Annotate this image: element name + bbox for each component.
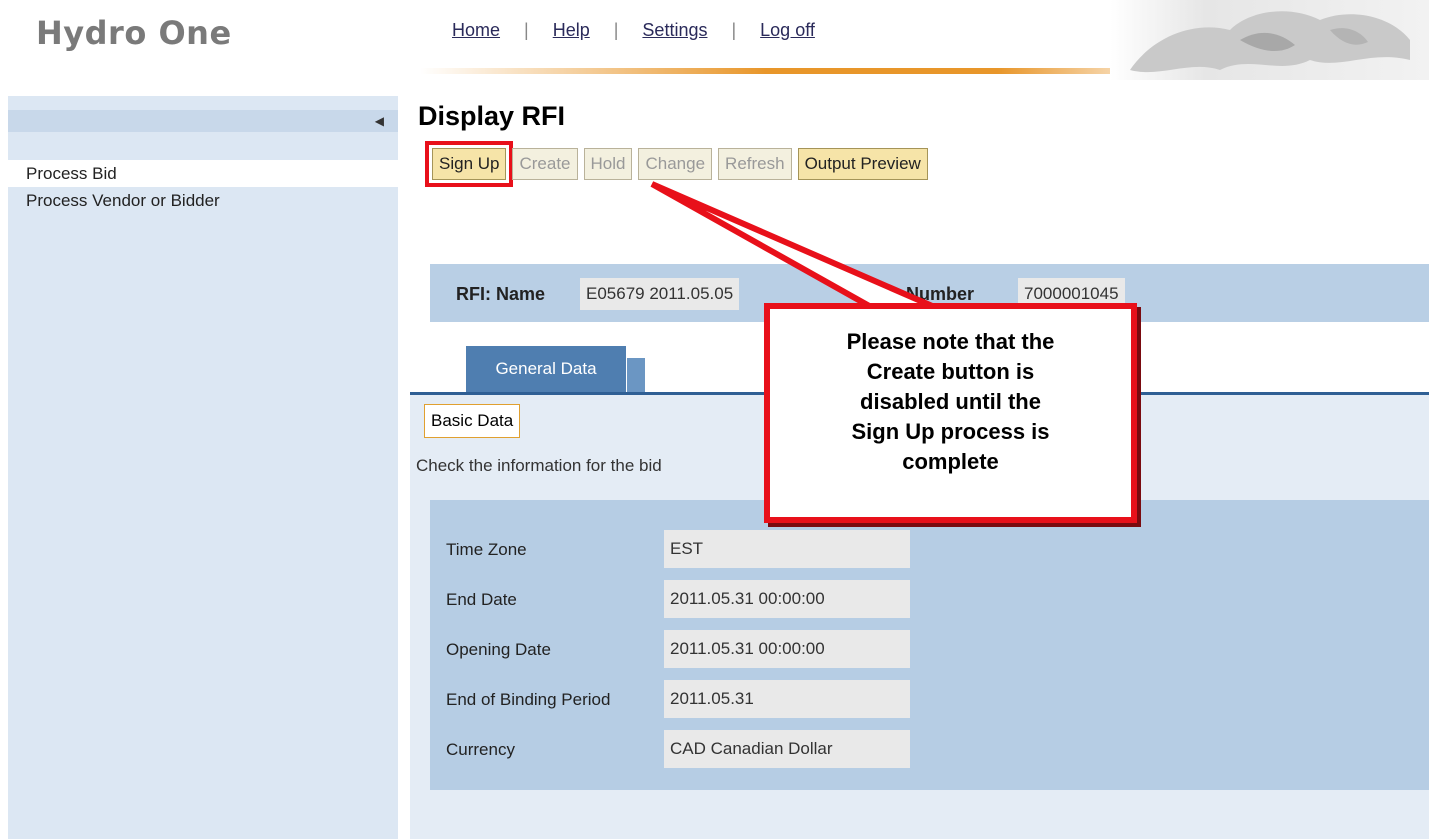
nav-settings-link[interactable]: Settings <box>642 20 707 40</box>
nav-help-link[interactable]: Help <box>553 20 590 40</box>
header-divider <box>420 68 1190 74</box>
field-value: 2011.05.31 <box>664 680 910 718</box>
sidebar-header: ◀ <box>8 110 398 132</box>
field-label: Opening Date <box>446 640 551 659</box>
logo: Hydro One <box>36 14 232 52</box>
field-label: End of Binding Period <box>446 690 611 709</box>
sidebar-nav: Process Bid Process Vendor or Bidder <box>8 140 398 839</box>
nav-logoff-link[interactable]: Log off <box>760 20 815 40</box>
field-label: Currency <box>446 740 515 759</box>
field-value: CAD Canadian Dollar <box>664 730 910 768</box>
subtab-basic-data[interactable]: Basic Data <box>424 404 521 438</box>
tab-general-data[interactable]: General Data <box>466 346 626 392</box>
callout-line: complete <box>902 449 999 474</box>
page-title: Display RFI <box>418 101 566 131</box>
sidebar-item-process-vendor[interactable]: Process Vendor or Bidder <box>8 187 398 214</box>
create-button[interactable]: Create <box>512 148 578 180</box>
nav-separator: | <box>524 20 529 40</box>
callout-line: Create button is <box>866 359 1035 384</box>
rfi-name-label: RFI: Name <box>456 284 546 304</box>
map-graphic <box>1110 0 1429 80</box>
callout-line: disabled until the <box>860 389 1041 414</box>
field-label: End Date <box>446 590 517 609</box>
callout-line: Sign Up process is <box>851 419 1050 444</box>
nav-separator: | <box>731 20 737 40</box>
info-text: Check the information for the bid <box>416 456 662 475</box>
sidebar-item-process-bid[interactable]: Process Bid <box>8 160 398 187</box>
fields-panel <box>430 500 1429 790</box>
toolbar: Sign Up Create Hold Change Refresh Outpu… <box>424 141 928 187</box>
sign-up-button[interactable]: Sign Up <box>424 141 514 187</box>
nav-separator: | <box>613 20 619 40</box>
nav-home-link[interactable]: Home <box>452 20 500 40</box>
field-value: EST <box>664 530 910 568</box>
rfi-number-label: Number <box>906 284 975 304</box>
refresh-button[interactable]: Refresh <box>718 148 792 180</box>
field-value: 2011.05.31 00:00:00 <box>664 580 910 618</box>
change-button[interactable]: Change <box>638 148 713 180</box>
output-preview-button[interactable]: Output Preview <box>797 148 928 180</box>
rfi-name-value: E05679 2011.05.05 <box>580 278 740 310</box>
callout-note: Please note that the Create button is di… <box>764 303 1137 523</box>
callout-line: Please note that the <box>846 329 1055 354</box>
sidebar: ◀ Process Bid Process Vendor or Bidder <box>8 96 398 839</box>
field-value: 2011.05.31 00:00:00 <box>664 630 910 668</box>
field-label: Time Zone <box>446 540 527 559</box>
hold-button[interactable]: Hold <box>583 148 633 180</box>
top-nav: Home | Help | Settings | Log off <box>452 20 815 41</box>
tab-more[interactable] <box>627 358 645 392</box>
collapse-arrow-icon[interactable]: ◀ <box>375 114 384 128</box>
